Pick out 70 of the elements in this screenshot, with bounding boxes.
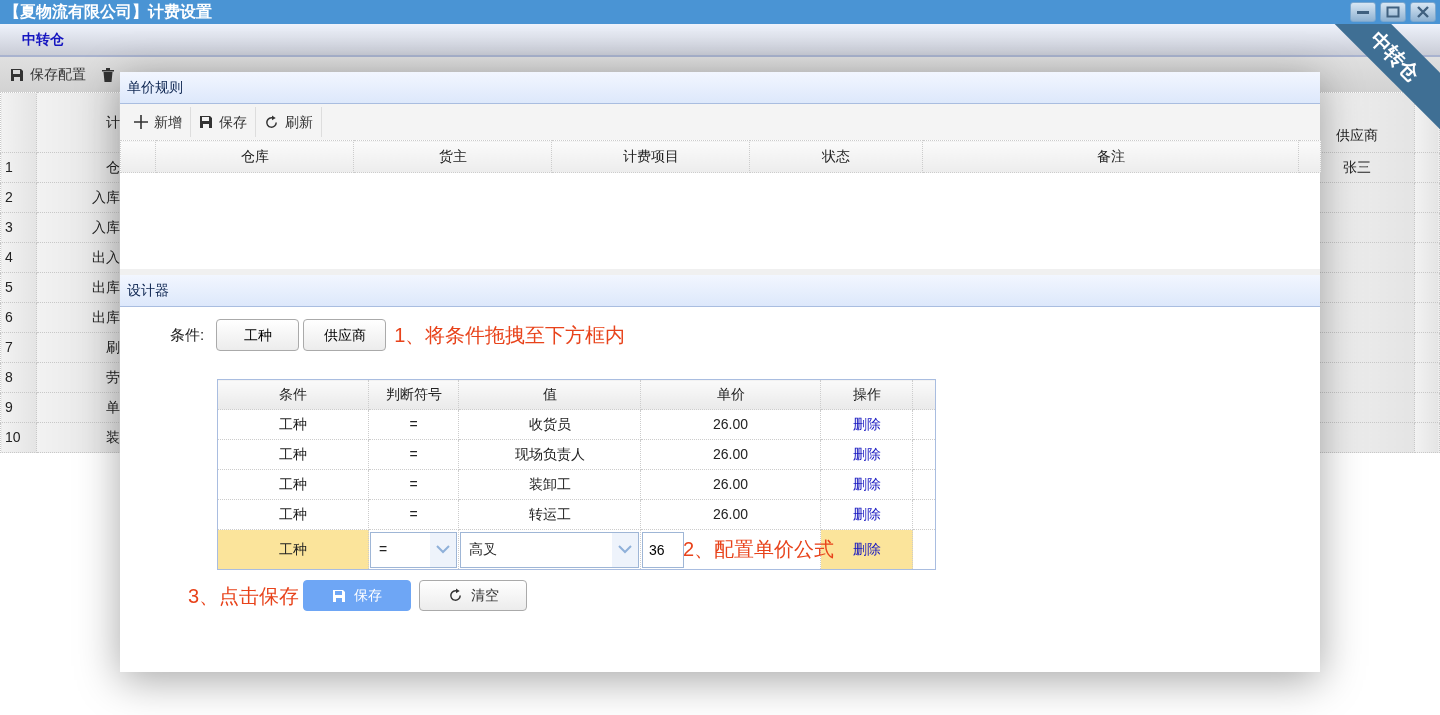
table-cell: 入库	[36, 182, 121, 213]
table-cell: 工种	[217, 409, 369, 440]
row-number: 10	[0, 422, 37, 453]
operator-select[interactable]: =	[370, 531, 457, 568]
row-number: 8	[0, 362, 37, 393]
row-number: 3	[0, 212, 37, 243]
delete-link[interactable]: 删除	[852, 476, 881, 492]
table-cell: 入库	[36, 212, 121, 243]
column-header: 计	[36, 92, 121, 153]
table-cell: 工种	[217, 529, 369, 570]
row-number: 1	[0, 152, 37, 183]
column-header: 判断符号	[368, 379, 459, 410]
table-cell: =	[368, 439, 459, 470]
column-header: 条件	[217, 379, 369, 410]
panel-title: 单价规则	[120, 72, 1320, 104]
condition-chip[interactable]: 供应商	[303, 319, 387, 351]
table-cell: 26.00	[640, 469, 821, 500]
row-number: 5	[0, 272, 37, 303]
table-cell: 26.00	[640, 499, 821, 530]
table-cell: 刷	[36, 332, 121, 363]
table-cell: 装卸工	[458, 469, 641, 500]
table-cell: 出入	[36, 242, 121, 273]
table-cell: 劳	[36, 362, 121, 393]
table-cell: 出库	[36, 302, 121, 333]
panel-title: 设计器	[120, 275, 1320, 307]
toolbar-button[interactable]: 新增	[126, 107, 191, 137]
column-header: 货主	[353, 140, 552, 173]
column-header: 值	[458, 379, 641, 410]
delete-link[interactable]: 删除	[852, 541, 881, 557]
hint-text: 1、将条件拖拽至下方框内	[394, 323, 626, 348]
condition-label: 条件:	[170, 324, 205, 345]
table-cell: 工种	[217, 469, 369, 500]
row-number: 2	[0, 182, 37, 213]
table-cell: 现场负责人	[458, 439, 641, 470]
table-cell: 工种	[217, 439, 369, 470]
hint-text: 3、点击保存	[188, 583, 300, 609]
delete-link[interactable]: 删除	[852, 416, 881, 432]
column-header: 备注	[922, 140, 1299, 173]
table-cell: =	[368, 469, 459, 500]
price-input[interactable]: 36	[642, 531, 684, 568]
table-cell: =	[368, 499, 459, 530]
table-cell: 装	[36, 422, 121, 453]
row-number: 4	[0, 242, 37, 273]
table-cell: 26.00	[640, 409, 821, 440]
column-header: 仓库	[155, 140, 354, 173]
column-header: 状态	[749, 140, 923, 173]
delete-link[interactable]: 删除	[852, 446, 881, 462]
toolbar-button[interactable]: 保存配置	[10, 64, 94, 85]
table-cell: 出库	[36, 272, 121, 303]
row-number: 6	[0, 302, 37, 333]
column-header: 计费项目	[551, 140, 750, 173]
clear-button[interactable]: 清空	[419, 580, 528, 611]
column-header: 单价	[640, 379, 821, 410]
condition-chip[interactable]: 工种	[216, 319, 300, 351]
value-select[interactable]: 高叉	[460, 531, 639, 568]
table-cell: 仓	[36, 152, 121, 183]
window-title: 【夏物流有限公司】计费设置	[4, 2, 212, 22]
column-header: 操作	[820, 379, 913, 410]
row-number: 7	[0, 332, 37, 363]
table-cell: =	[368, 409, 459, 440]
toolbar-button[interactable]: 保存	[191, 107, 256, 137]
table-cell: 26.00	[640, 439, 821, 470]
tab[interactable]: 中转仓	[22, 29, 64, 50]
table-cell: 单	[36, 392, 121, 423]
table-cell: 收货员	[458, 409, 641, 440]
toolbar-button[interactable]: 刷新	[256, 107, 322, 137]
table-cell: 工种	[217, 499, 369, 530]
delete-link[interactable]: 删除	[852, 506, 881, 522]
row-number: 9	[0, 392, 37, 423]
table-cell: 转运工	[458, 499, 641, 530]
